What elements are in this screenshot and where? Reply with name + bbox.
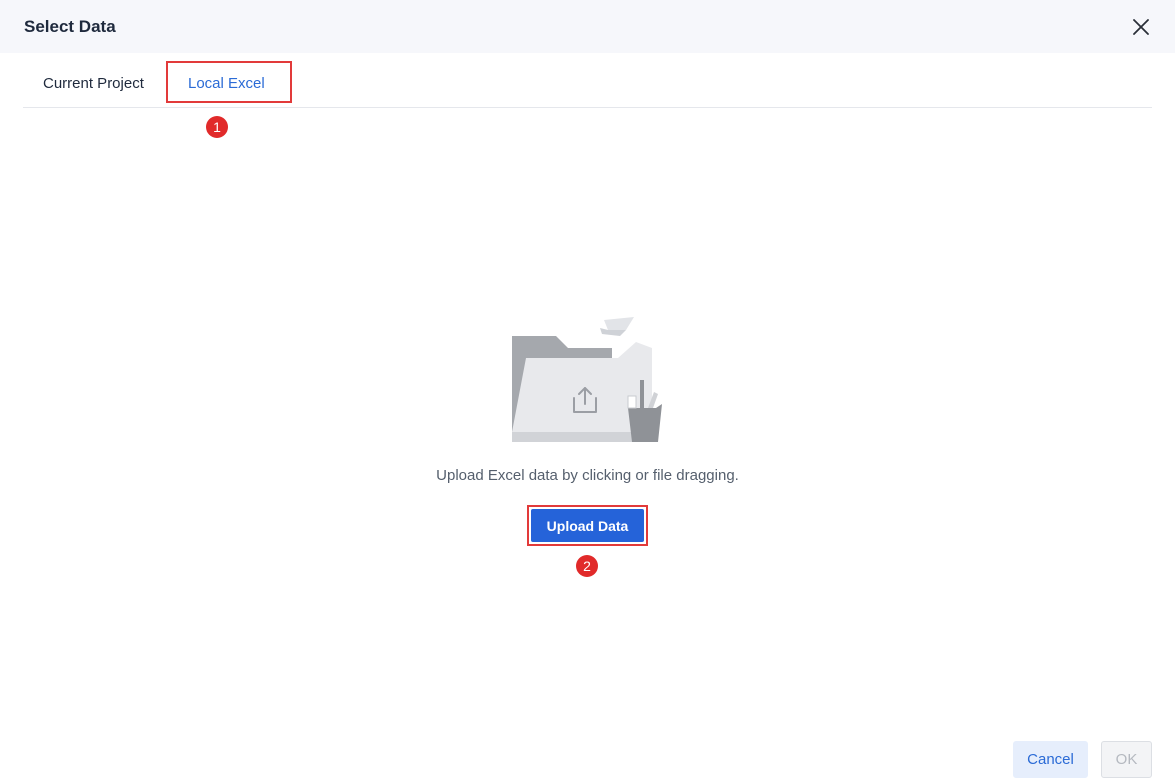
ok-button[interactable]: OK	[1101, 741, 1152, 778]
upload-hint-text: Upload Excel data by clicking or file dr…	[436, 467, 739, 484]
tab-highlight-box	[166, 61, 292, 103]
folder-upload-icon	[512, 317, 662, 442]
select-data-dialog: Select Data Current Project Local Excel …	[0, 0, 1175, 784]
dialog-header: Select Data	[0, 0, 1175, 53]
close-icon	[1133, 19, 1149, 35]
close-button[interactable]	[1128, 14, 1154, 40]
tab-current-project[interactable]: Current Project	[43, 75, 144, 92]
step-marker-1: 1	[206, 116, 228, 138]
cancel-button[interactable]: Cancel	[1013, 741, 1088, 778]
step-marker-2: 2	[576, 555, 598, 577]
dialog-title: Select Data	[24, 17, 116, 36]
upload-data-button[interactable]: Upload Data	[531, 509, 644, 542]
